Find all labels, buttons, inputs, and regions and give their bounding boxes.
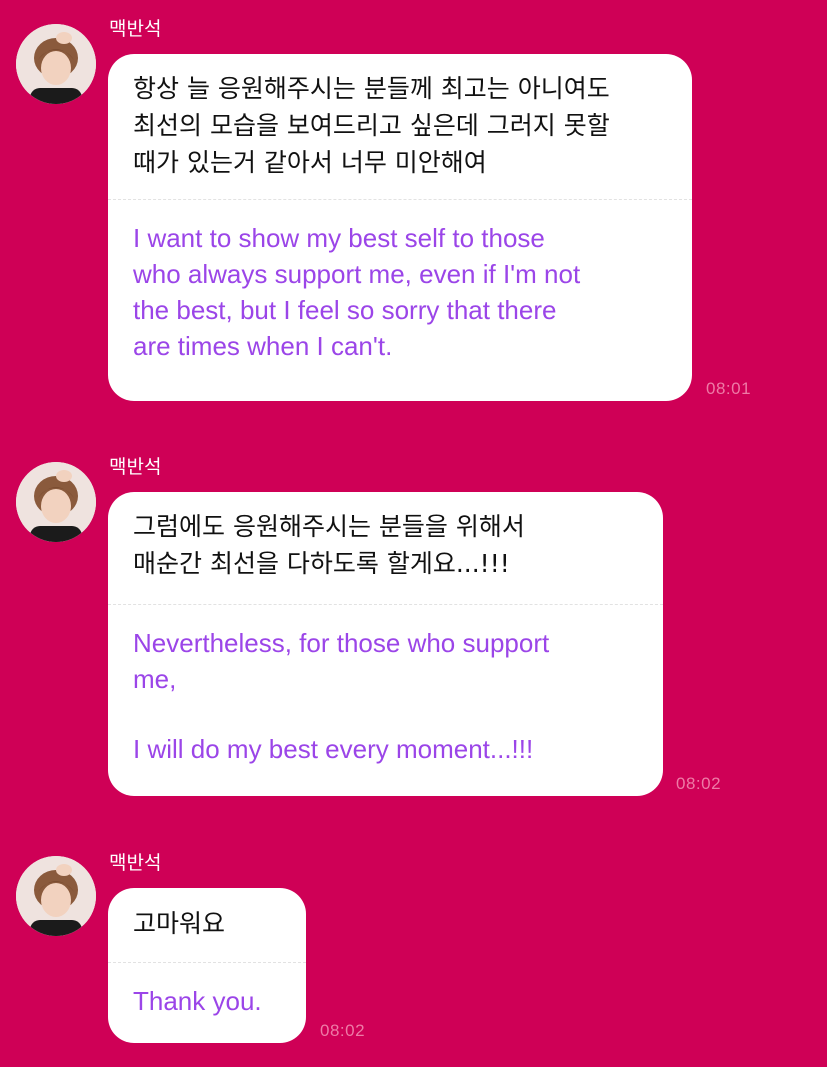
sender-name: 맥반석 — [109, 456, 162, 478]
korean-text: 그럼에도 응원해주시는 분들을 위해서 매순간 최선을 다하도록 할게요...!… — [108, 492, 663, 604]
translation-line: Nevertheless, for those who support — [133, 628, 550, 658]
translation-line: are times when I can't. — [133, 331, 393, 361]
sender-name: 맥반석 — [109, 18, 162, 40]
translation-text: I want to show my best self to those who… — [108, 200, 692, 364]
avatar-icon — [16, 24, 96, 104]
korean-line: 그럼에도 응원해주시는 분들을 위해서 — [133, 512, 525, 541]
message-bubble[interactable]: 그럼에도 응원해주시는 분들을 위해서 매순간 최선을 다하도록 할게요...!… — [108, 492, 663, 796]
avatar-icon — [16, 856, 96, 936]
message-timestamp: 08:01 — [706, 379, 752, 398]
message-timestamp: 08:02 — [676, 774, 722, 793]
message-timestamp: 08:02 — [320, 1021, 366, 1040]
avatar-icon — [16, 462, 96, 542]
sender-name: 맥반석 — [109, 852, 162, 874]
translation-line: the best, but I feel so sorry that there — [133, 295, 557, 325]
translation-line: who always support me, even if I'm not — [133, 259, 581, 289]
translation-line: I want to show my best self to those — [133, 223, 545, 253]
korean-line: 항상 늘 응원해주시는 분들께 최고는 아니여도 — [133, 74, 610, 103]
sender-avatar[interactable] — [16, 462, 96, 542]
translation-line: Thank you. — [133, 986, 262, 1016]
korean-text: 고마워요 — [108, 888, 306, 962]
korean-text: 항상 늘 응원해주시는 분들께 최고는 아니여도 최선의 모습을 보여드리고 싶… — [108, 54, 692, 199]
sender-avatar[interactable] — [16, 856, 96, 936]
message-bubble[interactable]: 항상 늘 응원해주시는 분들께 최고는 아니여도 최선의 모습을 보여드리고 싶… — [108, 54, 692, 401]
translation-text: Thank you. — [108, 963, 306, 1019]
message-bubble[interactable]: 고마워요 Thank you. — [108, 888, 306, 1043]
translation-text: Nevertheless, for those who support me, … — [108, 605, 663, 767]
korean-line: 때가 있는거 같아서 너무 미안해여 — [133, 148, 487, 177]
korean-line: 고마워요 — [133, 909, 226, 938]
translation-line: me, — [133, 664, 177, 694]
translation-line: I will do my best every moment...!!! — [133, 734, 534, 764]
korean-line: 매순간 최선을 다하도록 할게요...!!! — [133, 549, 510, 578]
sender-avatar[interactable] — [16, 24, 96, 104]
korean-line: 최선의 모습을 보여드리고 싶은데 그러지 못할 — [133, 111, 610, 140]
